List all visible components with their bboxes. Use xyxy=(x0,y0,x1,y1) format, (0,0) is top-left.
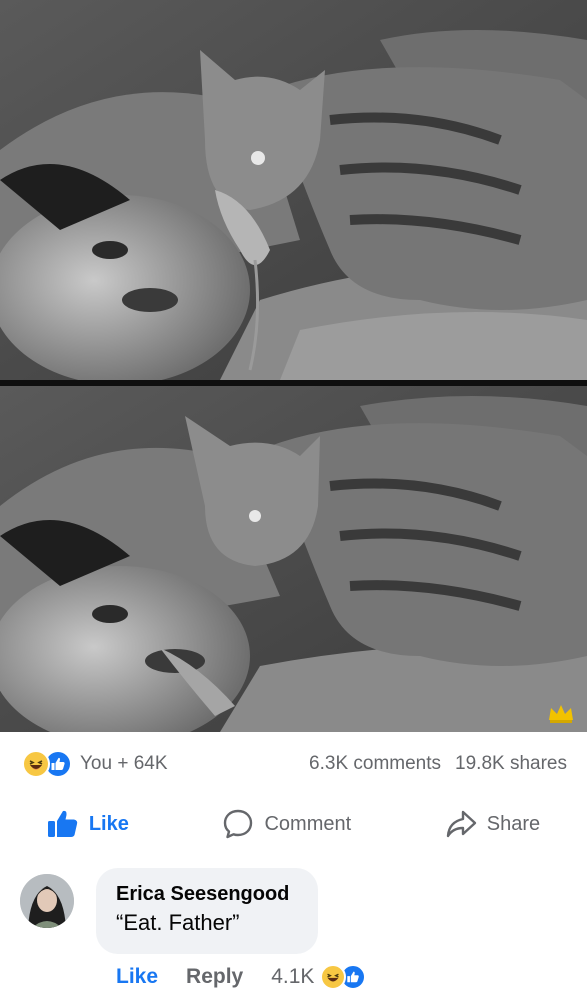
post-photo-bottom[interactable] xyxy=(0,386,587,732)
comments-count-link[interactable]: 6.3K comments xyxy=(309,753,441,775)
share-arrow-icon xyxy=(446,810,476,838)
comment-reactions[interactable]: 4.1K xyxy=(271,964,367,990)
comment-text: “Eat. Father” xyxy=(116,910,240,935)
crown-watermark-icon xyxy=(549,705,573,723)
post-action-bar: Like Comment Share xyxy=(0,796,587,852)
reactions-summary[interactable]: You + 64K xyxy=(22,750,168,778)
comment-button-label: Comment xyxy=(264,812,352,835)
night-vision-cat-image xyxy=(0,0,587,380)
comment-author-name[interactable]: Erica Seesengood xyxy=(116,882,298,906)
like-button[interactable]: Like xyxy=(47,809,129,839)
comment-reaction-count: 4.1K xyxy=(271,965,315,988)
night-vision-cat-image-2 xyxy=(0,386,587,732)
share-button-label: Share xyxy=(486,812,541,835)
shares-count-link[interactable]: 19.8K shares xyxy=(455,753,567,775)
reactions-summary-bar: You + 64K 6.3K comments 19.8K shares xyxy=(0,740,587,788)
comment-reply-button[interactable]: Reply xyxy=(186,965,243,989)
commenter-avatar[interactable] xyxy=(20,874,74,928)
reaction-icons xyxy=(22,750,72,778)
avatar-image xyxy=(20,874,74,928)
comment-bubble[interactable]: Erica Seesengood “Eat. Father” xyxy=(96,868,318,954)
comment-actions: Like Reply 4.1K xyxy=(116,964,367,990)
comment-button[interactable]: Comment xyxy=(222,808,351,840)
comment-like-button[interactable]: Like xyxy=(116,965,158,989)
thumbs-up-icon xyxy=(47,810,78,837)
comment-bubble-icon xyxy=(224,809,253,839)
post-photo-top[interactable] xyxy=(0,0,587,380)
share-button[interactable]: Share xyxy=(445,809,540,839)
haha-reaction-icon xyxy=(22,750,50,778)
reactions-count-text: You + 64K xyxy=(80,753,168,774)
like-button-label: Like xyxy=(88,812,129,835)
comment-haha-reaction-icon xyxy=(320,964,347,990)
